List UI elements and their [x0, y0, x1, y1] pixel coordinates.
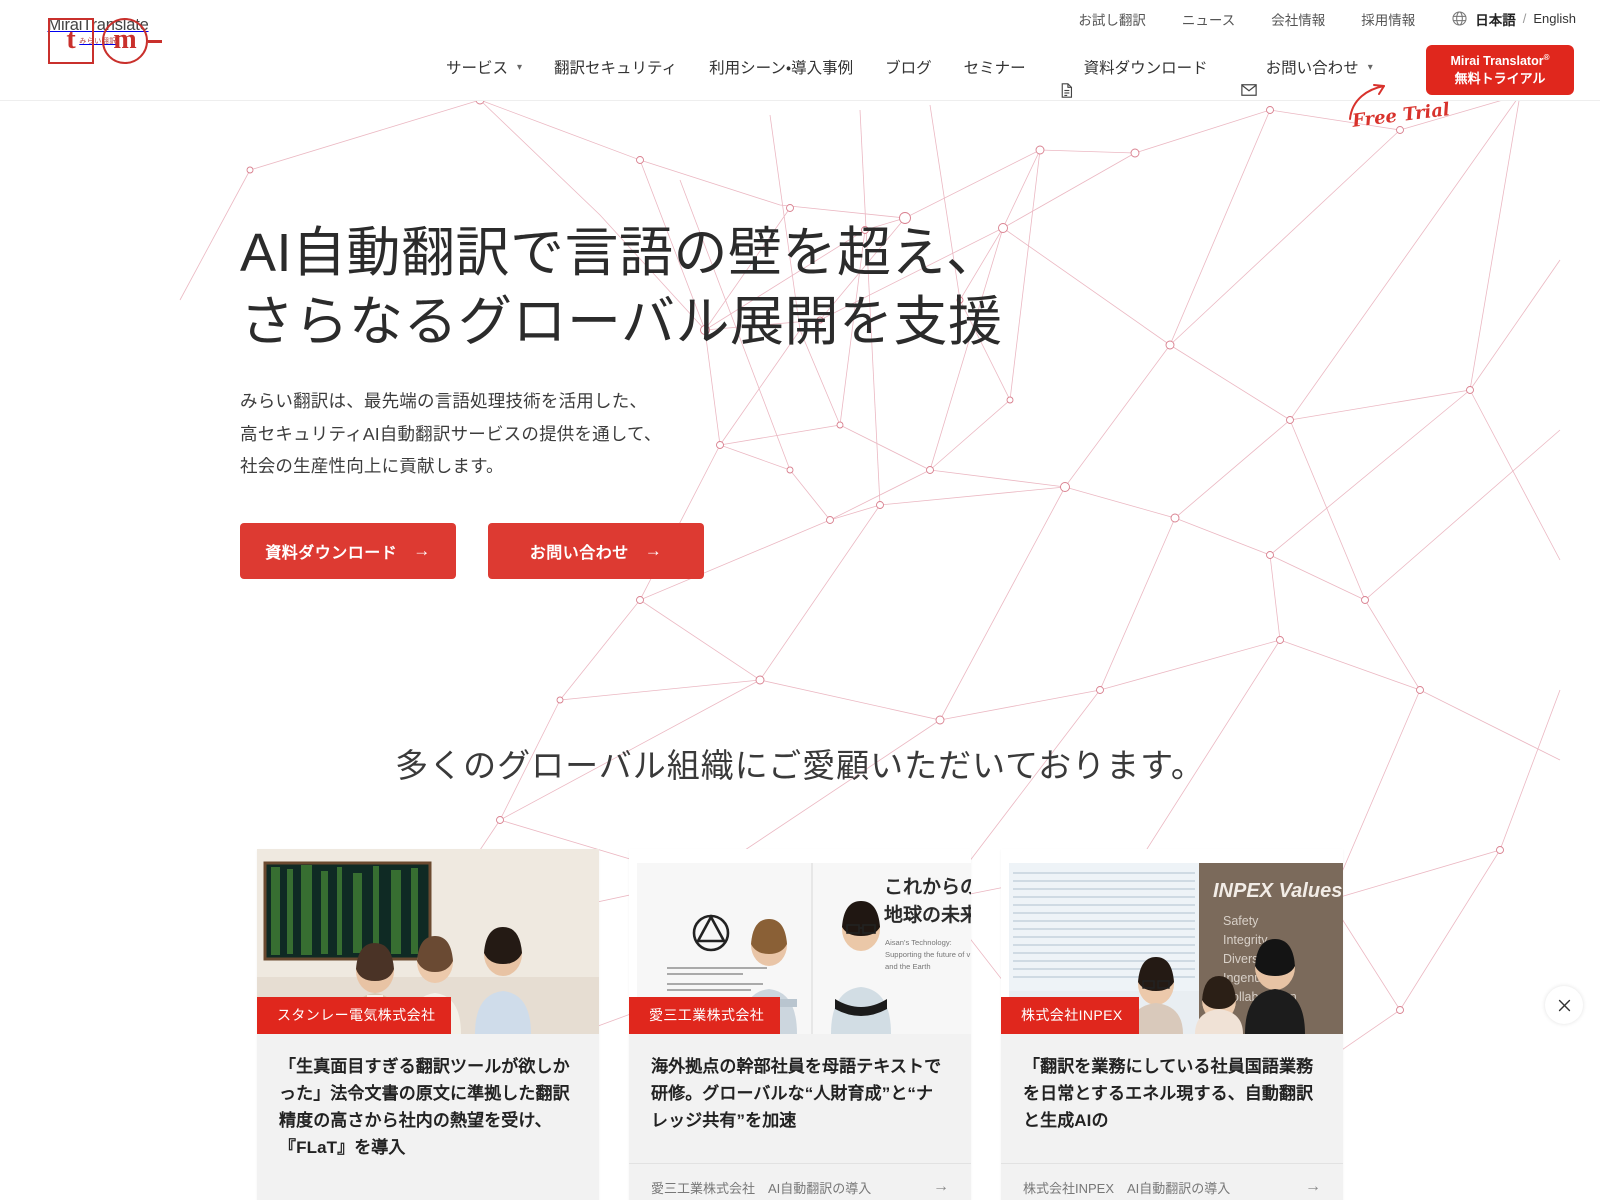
svg-text:地球の未来: 地球の未来 [884, 903, 971, 926]
main-navigation: サービス ▾ 翻訳セキュリティ 利用シーン・導入事例 ブログ セミナー 資料ダウ… [430, 37, 1389, 101]
hero-contact-button[interactable]: お問い合わせ → [488, 523, 704, 580]
chevron-down-icon: ▾ [517, 62, 523, 73]
nav-label: ブログ [885, 60, 932, 77]
arrow-right-icon: → [1305, 1178, 1321, 1196]
cta-line2: 無料トライアル [1454, 70, 1546, 86]
nav-item-seminar[interactable]: セミナー [948, 37, 1042, 101]
button-label: お問い合わせ [529, 545, 629, 563]
svg-text:INPEX Values: INPEX Values [1213, 880, 1342, 902]
nav-item-security[interactable]: 翻訳セキュリティ [538, 37, 693, 101]
hero-lead-line2: 高セキュリティAI自動翻訳サービスの提供を通して、 [240, 423, 662, 444]
logo-letter-t: t [66, 24, 76, 55]
registered-mark: ® [1543, 52, 1550, 62]
hero-lead-line1: みらい翻訳は、最先端の言語処理技術を活用した、 [240, 391, 648, 412]
svg-text:これからの: これからの [884, 876, 971, 898]
hero-title: AI自動翻訳で言語の壁を超え、 さらなるグローバル展開を支援 [240, 219, 1600, 357]
nav-label: 翻訳セキュリティ [554, 60, 678, 77]
logo-letter-m: m [113, 24, 137, 55]
svg-text:Safety: Safety [1223, 914, 1259, 928]
utility-link-trial[interactable]: お試し翻訳 [1078, 9, 1146, 29]
site-header: お試し翻訳 ニュース 会社情報 採用情報 日本語 / English m t M… [0, 0, 1600, 101]
svg-text:Integrity: Integrity [1223, 933, 1268, 947]
case-footer-link[interactable]: 愛三工業株式会社 AI自動翻訳の導入 → [629, 1162, 971, 1200]
nav-label: 利用シーン・導入事例 [709, 60, 854, 77]
utility-link-company[interactable]: 会社情報 [1271, 9, 1325, 29]
hero-lead-line3: 社会の生産性向上に貢献します。 [240, 455, 504, 476]
language-separator: / [1522, 11, 1527, 26]
language-switcher[interactable]: 日本語 / English [1451, 9, 1576, 29]
nav-label: お問い合わせ [1265, 60, 1359, 77]
arrow-right-icon: → [413, 541, 431, 561]
utility-link-news[interactable]: ニュース [1182, 9, 1235, 29]
case-badge: スタンレー電気株式会社 [257, 997, 452, 1035]
svg-text:and the Earth: and the Earth [885, 962, 931, 971]
hero-buttons: 資料ダウンロード → お問い合わせ → [240, 523, 1600, 580]
nav-item-usecases[interactable]: 利用シーン・導入事例 [693, 37, 869, 101]
language-alternate[interactable]: English [1533, 11, 1576, 26]
utility-nav: お試し翻訳 ニュース 会社情報 採用情報 日本語 / English [0, 0, 1600, 37]
globe-icon [1451, 10, 1468, 27]
nav-label: 資料ダウンロード [1083, 60, 1208, 77]
case-title: 「生真面目すぎる翻訳ツールが欲しかった」法令文書の原文に準拠した翻訳精度の高さか… [279, 1057, 570, 1157]
case-footer-label: 株式会社INPEX AI自動翻訳の導入 [1023, 1180, 1231, 1196]
hero-lead: みらい翻訳は、最先端の言語処理技術を活用した、 高セキュリティAI自動翻訳サービ… [240, 385, 1600, 482]
case-badge: 株式会社INPEX [1001, 997, 1139, 1035]
case-badge: 愛三工業株式会社 [629, 997, 781, 1035]
nav-label: セミナー [963, 60, 1026, 77]
hero-title-line1: AI自動翻訳で言語の壁を超え、 [240, 223, 1001, 283]
language-current[interactable]: 日本語 [1475, 9, 1516, 29]
nav-item-download[interactable]: 資料ダウンロード [1042, 37, 1224, 101]
site-logo[interactable]: m t MiraiTranslate みらい翻訳 [38, 15, 162, 64]
nav-item-services[interactable]: サービス ▾ [430, 37, 538, 101]
case-card[interactable]: これからの 地球の未来 Aisan's Technology: Supporti… [629, 849, 971, 1200]
case-card[interactable]: スタンレー電気株式会社 「生真面目すぎる翻訳ツールが欲しかった」法令文書の原文に… [257, 849, 599, 1200]
case-footer-label: 愛三工業株式会社 AI自動翻訳の導入 [651, 1180, 872, 1196]
case-image: これからの 地球の未来 Aisan's Technology: Supporti… [629, 849, 971, 1035]
chevron-down-icon: ▾ [1367, 62, 1373, 73]
hero-download-button[interactable]: 資料ダウンロード → [240, 523, 456, 580]
mail-icon [1240, 63, 1257, 96]
logo-circle-m: m [102, 18, 148, 64]
svg-text:Aisan's Technology:: Aisan's Technology: [885, 938, 952, 947]
logo-connector [148, 40, 162, 43]
document-icon [1058, 63, 1075, 98]
case-title: 海外拠点の幹部社員を母語テキストで研修。グローバルな“人財育成”と“ナレッジ共有… [651, 1057, 942, 1131]
nav-label: サービス [446, 60, 509, 77]
nav-item-contact[interactable]: お問い合わせ ▾ [1224, 37, 1389, 101]
case-studies-heading: 多くのグローバル組織にご愛顧いただいております。 [395, 747, 1205, 785]
svg-text:Supporting the future of v: Supporting the future of v [885, 950, 970, 959]
popup-close-button[interactable] [1545, 986, 1583, 1024]
button-label: 資料ダウンロード [265, 545, 398, 563]
hero-title-line2: さらなるグローバル展開を支援 [240, 292, 1003, 353]
hero-section: AI自動翻訳で言語の壁を超え、 さらなるグローバル展開を支援 みらい翻訳は、最先… [0, 101, 1600, 580]
cta-line1: Mirai Translator [1450, 54, 1544, 69]
promo-popup-wrapper: みらい翻訳 Plus ＼ 個人利用の方へ ／ 無料で使える日本発AI翻訳サービス… [1213, 986, 1593, 1180]
utility-link-careers[interactable]: 採用情報 [1361, 9, 1415, 29]
close-icon [1558, 999, 1570, 1011]
nav-item-blog[interactable]: ブログ [869, 37, 948, 101]
logo-square-t: t [48, 18, 94, 64]
arrow-right-icon: → [933, 1178, 949, 1196]
case-image: スタンレー電気株式会社 [257, 849, 599, 1035]
arrow-right-icon: → [644, 541, 663, 561]
free-trial-button[interactable]: Mirai Translator® 無料トライアル [1426, 45, 1574, 95]
